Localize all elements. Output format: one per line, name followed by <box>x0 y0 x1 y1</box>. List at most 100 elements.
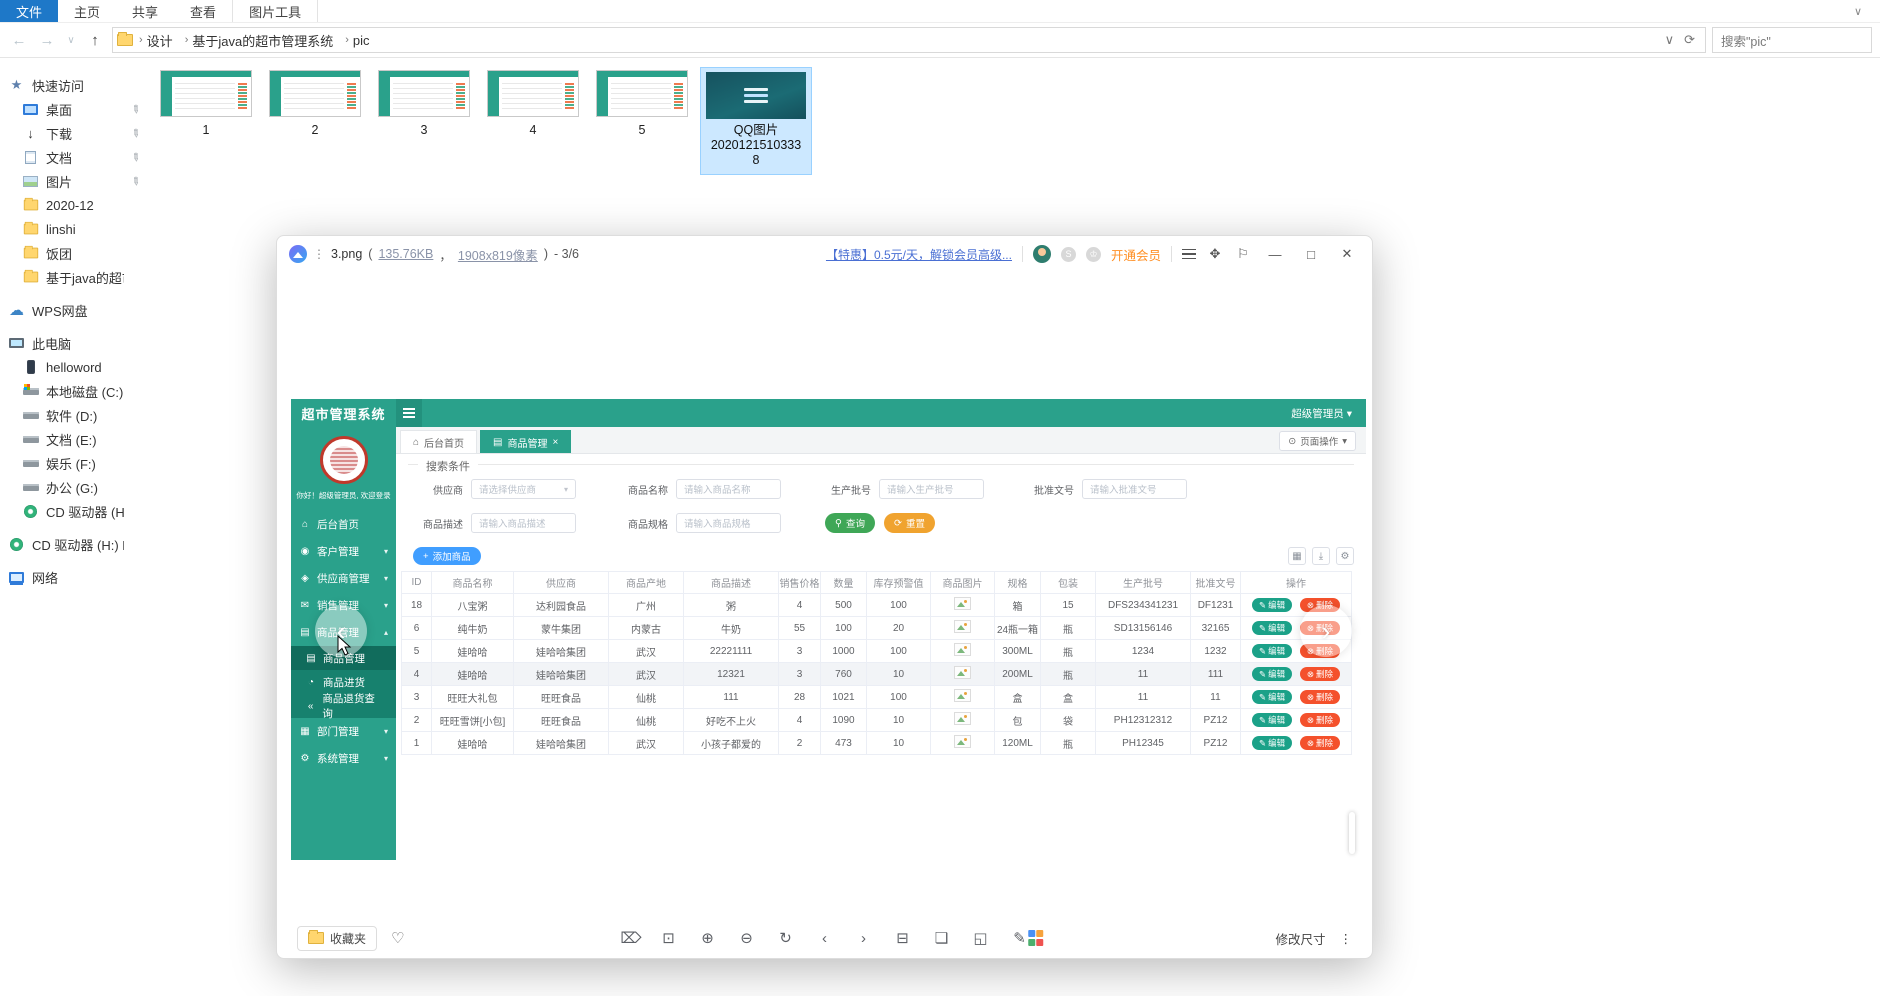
sidebar-tree-item[interactable]: ↓ 下载 ✎ <box>0 121 142 145</box>
zoom-out-icon[interactable]: ⊖ <box>738 929 756 947</box>
prev-image-icon[interactable]: ‹ <box>816 930 834 947</box>
sidebar-tree-item[interactable]: 2020-12 ✎ <box>0 193 142 217</box>
crop-icon[interactable]: ◱ <box>972 929 990 947</box>
pin-on-top-icon[interactable]: ⚐ <box>1234 246 1252 262</box>
forward-button[interactable]: → <box>36 32 58 49</box>
close-button[interactable]: ✕ <box>1334 246 1360 262</box>
ribbon-tab[interactable]: 文件 <box>0 0 58 22</box>
file-tile[interactable]: 3 <box>378 70 470 137</box>
menu-item-icon: ⌂ <box>299 519 311 530</box>
column-header: 库存预警值 <box>867 572 931 594</box>
search-input[interactable]: 搜索"pic" <box>1712 27 1872 53</box>
sidebar-tree-item[interactable]: 文档 ✎ <box>0 145 142 169</box>
qq-image-thumbnail <box>706 72 806 119</box>
folder-icon <box>117 34 133 46</box>
breadcrumb-segment[interactable]: ›pic <box>339 33 375 48</box>
sidebar-item-icon <box>22 408 39 423</box>
broken-image-icon <box>954 620 971 633</box>
like-icon[interactable]: ♡ <box>391 929 404 947</box>
sidebar-tree-item[interactable]: linshi ✎ <box>0 217 142 241</box>
viewer-filename: 3.png <box>331 247 362 261</box>
ribbon-collapse-icon[interactable]: ∨ <box>1842 2 1874 21</box>
broken-image-icon <box>954 643 971 656</box>
back-button[interactable]: ← <box>8 32 30 49</box>
app-tab-products: ▤商品管理× <box>480 430 571 453</box>
image-thumbnail <box>160 70 252 117</box>
actual-size-icon[interactable]: ⊡ <box>660 929 678 947</box>
more-options-icon[interactable]: ⋮ <box>1340 931 1353 946</box>
sidebar-tree-item[interactable]: helloword ✎ <box>0 355 142 379</box>
menu-item-label: 供应商管理 <box>317 571 370 586</box>
sidebar-item-label: 本地磁盘 (C:) <box>46 382 124 401</box>
menu-item-icon: ▤ <box>305 653 317 664</box>
product-desc-input: 请输入商品描述 <box>471 513 576 533</box>
rotate-icon[interactable]: ↻ <box>777 929 795 947</box>
sidebar-tree-item[interactable]: CD 驱动器 (H:) HiS ✎ <box>0 499 142 523</box>
sidebar-item-icon <box>22 384 39 399</box>
address-dropdown-icon[interactable]: ∨ <box>1665 32 1675 48</box>
delete-icon[interactable]: ⌦ <box>621 929 639 947</box>
ribbon-tab[interactable]: 图片工具 <box>232 0 318 22</box>
print-icon[interactable]: ⊟ <box>894 929 912 947</box>
sidebar-tree-item[interactable]: 本地磁盘 (C:) ✎ <box>0 379 142 403</box>
table-row: 2旺旺雪饼[小包]旺旺食品 仙桃好吃不上火4 109010 包袋PH123123… <box>402 709 1352 732</box>
sidebar-item-label: 基于java的超市管 <box>46 268 124 287</box>
copy-icon[interactable]: ❏ <box>933 929 951 947</box>
ribbon-tab[interactable]: 查看 <box>174 0 232 22</box>
fullscreen-icon[interactable]: ✥ <box>1206 246 1224 262</box>
open-vip-button[interactable]: 开通会员 <box>1111 245 1161 264</box>
sidebar-tree-item[interactable]: 办公 (G:) ✎ <box>0 475 142 499</box>
file-tile[interactable]: 2 <box>269 70 361 137</box>
sidebar-tree-item[interactable]: 此电脑 ✎ <box>0 331 142 355</box>
maximize-button[interactable]: □ <box>1298 247 1324 262</box>
recent-locations-dropdown[interactable]: ∨ <box>64 35 78 46</box>
user-avatar[interactable] <box>1033 245 1051 263</box>
sidebar-tree-item[interactable]: 网络 ✎ <box>0 565 142 589</box>
broken-image-icon <box>954 712 971 725</box>
dimensions-link[interactable]: 1908x819像素 <box>458 245 538 264</box>
scrollbar-thumb[interactable] <box>1349 812 1355 854</box>
next-image-button[interactable]: › <box>1300 605 1352 657</box>
ribbon-tab[interactable]: 共享 <box>116 0 174 22</box>
favorites-button[interactable]: 收藏夹 <box>297 926 377 951</box>
up-button[interactable]: ↑ <box>84 32 106 49</box>
ribbon-tab[interactable]: 主页 <box>58 0 116 22</box>
pin-icon: ✎ <box>128 149 142 165</box>
sidebar-tree-item[interactable]: ★ 快速访问 ✎ <box>0 73 142 97</box>
minimize-button[interactable]: — <box>1262 247 1288 262</box>
next-image-icon[interactable]: › <box>855 930 873 947</box>
vip-promo-link[interactable]: 【特惠】0.5元/天，解锁会员高级... <box>826 246 1012 263</box>
file-tile[interactable]: 1 <box>160 70 252 137</box>
ribbon-tab-bar: 文件 主页 共享 查看 图片工具 <box>0 0 1880 23</box>
explorer-window: { "explorer": { "ribbon": { "tabs": [ {"… <box>0 0 1880 996</box>
sidebar-tree-item[interactable]: 文档 (E:) ✎ <box>0 427 142 451</box>
delete-button: ⊗删除 <box>1300 736 1340 750</box>
file-tile[interactable]: 4 <box>487 70 579 137</box>
viewer-title-bar[interactable]: ⋮ 3.png ( 135.76KB ， 1908x819像素 ) - 3/6 … <box>277 236 1372 272</box>
edit-button: ✎编辑 <box>1252 621 1292 635</box>
file-size-link[interactable]: 135.76KB <box>378 247 433 261</box>
column-header: 操作 <box>1241 572 1352 594</box>
sidebar-tree-item[interactable]: CD 驱动器 (H:) HiSu ✎ <box>0 532 142 556</box>
file-tile[interactable]: 5 <box>596 70 688 137</box>
breadcrumb-segment[interactable]: ›基于java的超市管理系统 <box>179 31 340 50</box>
refresh-icon[interactable]: ⟳ <box>1684 32 1695 48</box>
sidebar-tree-item[interactable]: 饭团 ✎ <box>0 241 142 265</box>
sidebar-tree-item[interactable]: 娱乐 (F:) ✎ <box>0 451 142 475</box>
sidebar-tree-item[interactable]: 软件 (D:) ✎ <box>0 403 142 427</box>
menu-icon[interactable] <box>1182 249 1196 260</box>
zoom-in-icon[interactable]: ⊕ <box>699 929 717 947</box>
resize-button[interactable]: 修改尺寸 <box>1275 929 1325 948</box>
column-header: 商品描述 <box>684 572 779 594</box>
beautify-tools-icon[interactable] <box>1028 930 1044 946</box>
sidebar-tree-item[interactable]: ☁ WPS网盘 ✎ <box>0 298 142 322</box>
sidebar-item-icon <box>22 246 39 261</box>
sidebar-tree-item[interactable]: 图片 ✎ <box>0 169 142 193</box>
sidebar-tree-item[interactable]: 桌面 ✎ <box>0 97 142 121</box>
file-tile-selected[interactable]: QQ图片 2020121510333 8 <box>700 67 812 175</box>
sidebar-tree-item[interactable]: 基于java的超市管 ✎ <box>0 265 142 289</box>
breadcrumb-segment[interactable]: ›设计 <box>133 31 179 50</box>
edit-icon[interactable]: ✎ <box>1011 929 1029 947</box>
address-bar[interactable]: ›设计 ›基于java的超市管理系统 ›pic ∨ ⟳ <box>112 27 1706 53</box>
table-header-row: ID商品名称供应商商品产地商品描述销售价格数量库存预警值商品图片规格包装生产批号… <box>402 572 1352 594</box>
